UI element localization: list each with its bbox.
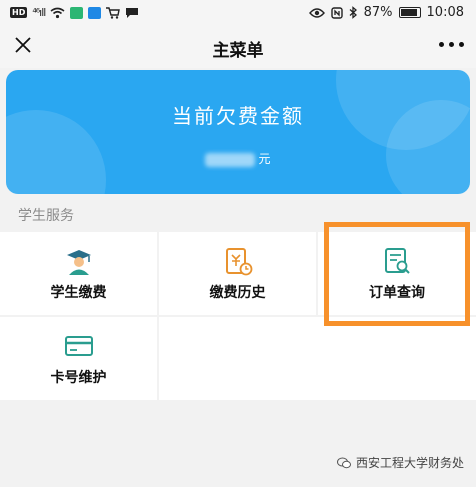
status-bar: HD ⁴⁶ıll 87% 10:08 bbox=[0, 0, 476, 28]
status-left: HD ⁴⁶ıll bbox=[10, 6, 139, 19]
cart-icon bbox=[106, 6, 121, 19]
nav-bar: 主菜单 bbox=[0, 28, 476, 68]
card-icon bbox=[64, 336, 93, 356]
clock-time: 10:08 bbox=[426, 5, 464, 20]
app-notification-icon-2 bbox=[88, 6, 102, 19]
grid-item-label: 订单查询 bbox=[369, 285, 425, 301]
lower-area: 西安工程大学财务处 bbox=[0, 400, 476, 487]
grid-item-label: 缴费历史 bbox=[209, 285, 266, 301]
bluetooth-icon bbox=[349, 6, 357, 19]
watermark-text: 西安工程大学财务处 bbox=[355, 456, 464, 470]
eye-icon bbox=[308, 7, 325, 18]
watermark: 西安工程大学财务处 bbox=[336, 454, 464, 471]
amount-unit: 元 bbox=[258, 152, 271, 166]
signal-indicator: ⁴⁶ıll bbox=[32, 6, 46, 19]
arrears-banner: 当前欠费金额 元 bbox=[6, 70, 470, 194]
wifi-icon bbox=[50, 7, 65, 18]
graduate-icon bbox=[66, 250, 91, 275]
service-grid: 学生缴费 缴费历史 订单查询 卡号维护 bbox=[0, 232, 476, 400]
message-icon bbox=[126, 7, 139, 18]
more-options-icon[interactable] bbox=[439, 42, 464, 47]
status-right: 87% 10:08 bbox=[308, 5, 464, 20]
battery-icon bbox=[398, 7, 421, 18]
hd-badge: HD bbox=[10, 7, 28, 18]
receipt-history-icon bbox=[225, 248, 252, 276]
grid-item-order-query[interactable]: 订单查询 bbox=[318, 232, 476, 315]
battery-percent: 87% bbox=[363, 5, 393, 20]
grid-item-student-payment[interactable]: 学生缴费 bbox=[0, 232, 157, 315]
grid-empty-cell bbox=[159, 317, 476, 400]
grid-item-label: 学生缴费 bbox=[50, 285, 107, 301]
redacted-amount bbox=[205, 152, 256, 167]
section-label: 学生服务 bbox=[18, 208, 74, 224]
app-notification-icon bbox=[70, 6, 84, 19]
grid-item-payment-history[interactable]: 缴费历史 bbox=[159, 232, 316, 315]
order-search-icon bbox=[385, 248, 410, 274]
grid-item-card-maintenance[interactable]: 卡号维护 bbox=[0, 317, 157, 400]
arrears-title: 当前欠费金额 bbox=[172, 104, 304, 128]
grid-item-label: 卡号维护 bbox=[50, 370, 107, 386]
arrears-amount: 元 bbox=[6, 150, 470, 167]
nfc-icon bbox=[330, 6, 343, 19]
wechat-icon bbox=[336, 457, 351, 468]
page-title: 主菜单 bbox=[212, 41, 264, 61]
